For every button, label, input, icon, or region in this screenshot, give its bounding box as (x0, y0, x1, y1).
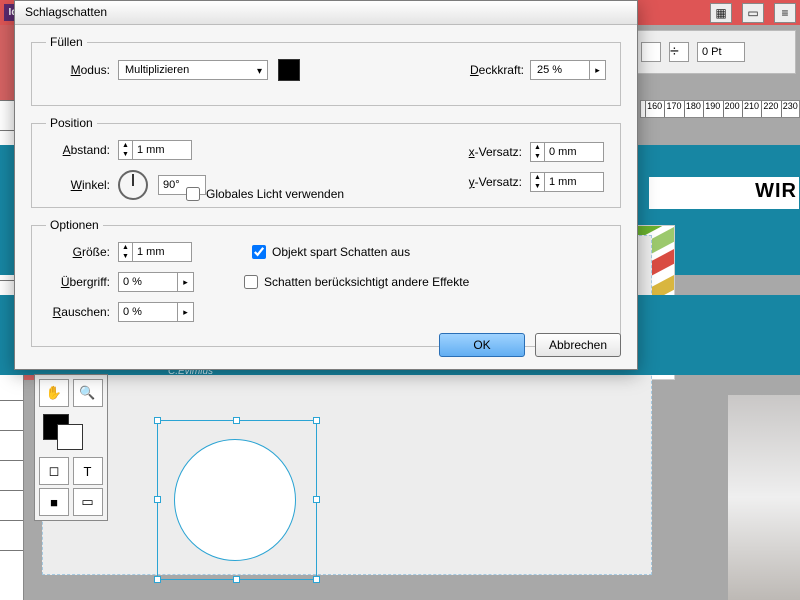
ok-button[interactable]: OK (439, 333, 525, 357)
tool-palette: ✋ 🔍 ◻ T ■ ▭ (34, 374, 108, 521)
stroke-step-icon[interactable]: ÷ (669, 42, 689, 62)
noise-field[interactable]: 0 % (118, 302, 178, 322)
object-knocks-label: Objekt spart Schatten aus (272, 245, 410, 259)
angle-label: Winkel: (46, 178, 110, 192)
apply-color-icon[interactable]: ■ (39, 488, 69, 516)
global-light-label: Globales Licht verwenden (206, 187, 344, 201)
format-text-icon[interactable]: T (73, 457, 103, 485)
mode-label: ModuModus:s: (46, 63, 110, 77)
ruler-tick: 170 (664, 101, 682, 117)
size-field[interactable]: 1 mm (132, 242, 192, 262)
toolbar-right: ▦ ▭ ≡ (710, 2, 796, 24)
size-label: Größe: (46, 245, 110, 259)
yoffset-label: y-Versatz: (450, 175, 522, 189)
shadow-honors-label: Schatten berücksichtigt andere Effekte (264, 275, 469, 289)
options-group: Optionen Größe: ▲▼ 1 mm Objekt spart Sch… (31, 218, 621, 347)
ruler-tick: 190 (703, 101, 721, 117)
ruler-tick: 220 (761, 101, 779, 117)
size-stepper[interactable]: ▲▼ (118, 242, 132, 262)
spread-field[interactable]: 0 % (118, 272, 178, 292)
stroke-align-icon[interactable] (641, 42, 661, 62)
view-mode-icon[interactable]: ▦ (710, 3, 732, 23)
fill-stroke-swatch[interactable] (39, 410, 103, 454)
format-container-icon[interactable]: ◻ (39, 457, 69, 485)
shadow-color-swatch[interactable] (278, 59, 300, 81)
position-group: Position Abstand: ▲▼ 1 mm Winkel: 90° Gl… (31, 116, 621, 208)
global-light-checkbox[interactable]: Globales Licht verwenden (186, 187, 344, 201)
options-legend: Optionen (46, 218, 103, 232)
opacity-flyout-icon[interactable]: ▸ (590, 60, 606, 80)
dialog-title: Schlagschatten (15, 1, 637, 25)
xoffset-label: x-Versatz: (450, 145, 522, 159)
ruler-tick: 160 (645, 101, 663, 117)
arrange-icon[interactable]: ≡ (774, 3, 796, 23)
noise-label: Rauschen: (46, 305, 110, 319)
distance-field[interactable]: 1 mm (132, 140, 192, 160)
hand-tool-icon[interactable]: ✋ (39, 379, 69, 407)
object-knocks-checkbox[interactable]: Objekt spart Schatten aus (252, 245, 410, 259)
stroke-controls: ÷ 0 Pt (636, 30, 796, 74)
yoffset-field[interactable]: 1 mm (544, 172, 604, 192)
spread-label: Übergriff: (46, 275, 110, 289)
apply-none-icon[interactable]: ▭ (73, 488, 103, 516)
shadow-honors-checkbox[interactable]: Schatten berücksichtigt andere Effekte (244, 275, 469, 289)
cancel-button[interactable]: Abbrechen (535, 333, 621, 357)
screen-mode-icon[interactable]: ▭ (742, 3, 764, 23)
noise-flyout-icon[interactable]: ▸ (178, 302, 194, 322)
athlete-photo (728, 395, 800, 600)
opacity-field[interactable]: 25 % (530, 60, 590, 80)
xoffset-stepper[interactable]: ▲▼ (530, 142, 544, 162)
opacity-label: Deckkraft: (470, 63, 524, 77)
zoom-tool-icon[interactable]: 🔍 (73, 379, 103, 407)
fill-legend: Füllen (46, 35, 87, 49)
stroke-weight-field[interactable]: 0 Pt (697, 42, 745, 62)
fill-group: Füllen ModuModus:s: Multiplizieren Deckk… (31, 35, 621, 106)
angle-dial[interactable] (118, 170, 148, 200)
distance-label: Abstand: (46, 143, 110, 157)
ruler-tick: 180 (684, 101, 702, 117)
blend-mode-combo[interactable]: Multiplizieren (118, 60, 268, 80)
drop-shadow-dialog: Schlagschatten Füllen ModuModus:s: Multi… (14, 0, 638, 370)
wir-banner: WIR (648, 176, 800, 210)
ruler-tick: 210 (742, 101, 760, 117)
spread-flyout-icon[interactable]: ▸ (178, 272, 194, 292)
distance-stepper[interactable]: ▲▼ (118, 140, 132, 160)
ruler-horizontal: 160 170 180 190 200 210 220 230 (640, 100, 800, 118)
position-legend: Position (46, 116, 97, 130)
selection-bounding-box (157, 420, 317, 580)
ruler-tick: 230 (781, 101, 799, 117)
yoffset-stepper[interactable]: ▲▼ (530, 172, 544, 192)
ruler-tick: 200 (723, 101, 741, 117)
xoffset-field[interactable]: 0 mm (544, 142, 604, 162)
